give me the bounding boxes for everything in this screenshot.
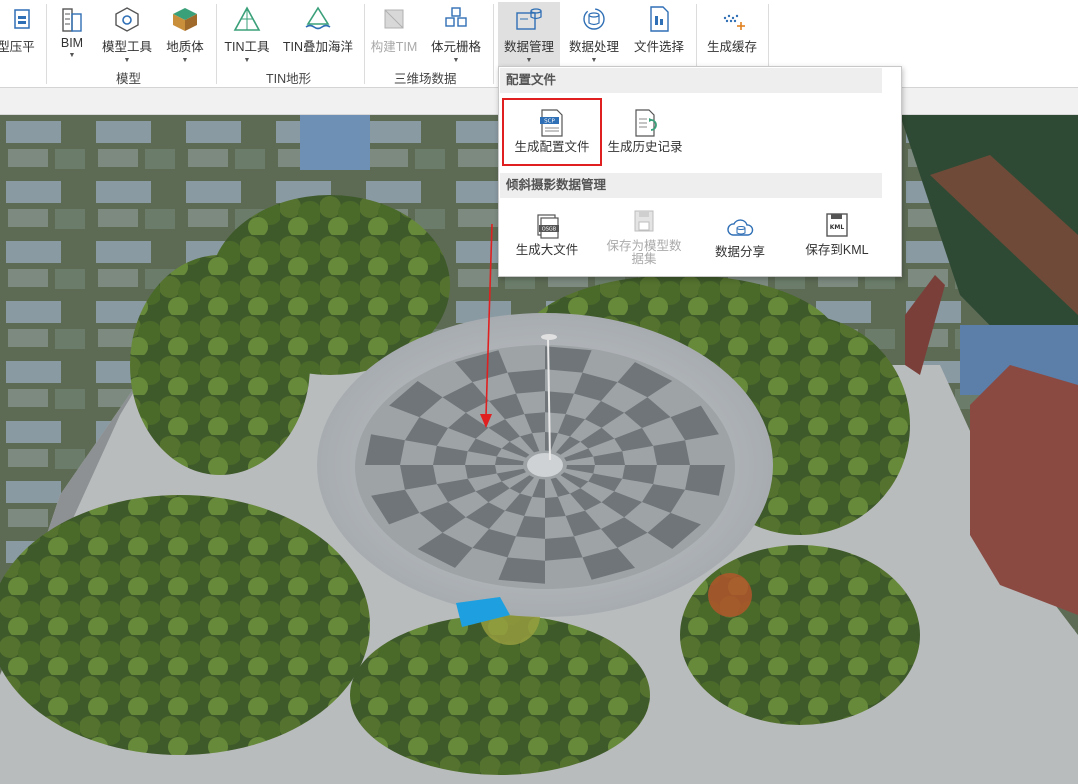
bim-label: BIM: [60, 36, 84, 50]
tin-tools-label: TIN工具: [224, 40, 270, 54]
data-manage-label: 数据管理: [503, 40, 554, 54]
bim-building-icon: [62, 8, 82, 32]
tin-ocean-label: TIN叠加海洋: [282, 40, 354, 54]
dropdown-caret-icon: ▼: [525, 57, 533, 64]
save-kml-button[interactable]: KML 保存到KML: [795, 211, 879, 267]
tin-ocean-button[interactable]: TIN叠加海洋: [278, 2, 358, 64]
build-tim-label: 构建TIM: [370, 40, 418, 54]
geo-body-label: 地质体: [166, 40, 204, 54]
osgb-badge-text: OSGB: [542, 227, 557, 233]
gen-config-button[interactable]: SCP 生成配置文件: [502, 98, 602, 166]
gen-cache-button[interactable]: 生成缓存: [702, 2, 762, 64]
model-tools-button[interactable]: 模型工具 ▼: [98, 2, 156, 64]
model-tools-icon: [115, 7, 139, 32]
data-share-button[interactable]: 数据分享: [699, 213, 781, 269]
model-flatten-label: 型压平: [0, 40, 35, 54]
data-process-label: 数据处理: [568, 40, 619, 54]
cloud-database-icon: [727, 219, 754, 236]
save-as-dataset-label-line2: 据集: [631, 252, 657, 266]
dropdown-caret-icon: ▼: [181, 57, 189, 64]
build-tim-button[interactable]: 构建TIM: [368, 2, 420, 64]
gen-config-label: 生成配置文件: [514, 140, 590, 154]
group-label-tin-terrain: TIN地形: [266, 72, 312, 86]
model-flatten-button[interactable]: 型压平: [0, 2, 38, 64]
divider: [493, 4, 494, 84]
divider: [364, 4, 365, 84]
data-manage-dropdown: 配置文件 SCP 生成配置文件 生成历史记录 倾斜摄影数据管理 OSGB 生成大…: [498, 66, 902, 277]
section-config-header: 配置文件: [500, 68, 882, 93]
tin-ocean-icon: [305, 6, 331, 30]
scp-file-icon: SCP: [540, 109, 563, 137]
voxel-grid-label: 体元栅格: [430, 40, 481, 54]
save-dataset-icon: [634, 210, 654, 232]
gen-history-label: 生成历史记录: [607, 140, 683, 154]
save-as-model-dataset-button[interactable]: 保存为模型数 据集: [599, 207, 689, 273]
bim-button[interactable]: BIM ▼: [52, 2, 92, 64]
dropdown-caret-icon: ▼: [243, 57, 251, 64]
dropdown-caret-icon: ▼: [68, 52, 76, 59]
save-kml-label: 保存到KML: [805, 243, 869, 257]
group-label-3d-field: 三维场数据: [394, 72, 457, 86]
tin-tools-button[interactable]: TIN工具 ▼: [222, 2, 272, 64]
divider: [216, 4, 217, 84]
voxel-grid-icon: [445, 7, 467, 27]
data-share-label: 数据分享: [714, 245, 765, 259]
dropdown-caret-icon: ▼: [123, 57, 131, 64]
kml-file-icon: KML: [826, 213, 848, 237]
tin-mountain-icon: [233, 6, 261, 31]
gen-cache-label: 生成缓存: [706, 40, 757, 54]
file-select-icon: [650, 6, 669, 32]
file-select-button[interactable]: 文件选择: [628, 2, 690, 64]
dropdown-caret-icon: ▼: [590, 57, 598, 64]
model-tools-label: 模型工具: [101, 40, 152, 54]
geo-body-button[interactable]: 地质体 ▼: [162, 2, 208, 64]
data-process-button[interactable]: 数据处理 ▼: [564, 2, 624, 64]
gen-history-button[interactable]: 生成历史记录: [603, 108, 687, 168]
kml-badge-text: KML: [830, 224, 845, 231]
scp-badge-text: SCP: [544, 119, 555, 125]
data-manage-icon: [516, 8, 542, 30]
data-manage-button[interactable]: 数据管理 ▼: [498, 2, 560, 68]
file-select-label: 文件选择: [633, 40, 684, 54]
build-tim-icon: [384, 9, 404, 29]
osgb-file-icon: OSGB: [537, 214, 559, 239]
voxel-grid-button[interactable]: 体元栅格 ▼: [426, 2, 486, 64]
section-oblique-header: 倾斜摄影数据管理: [500, 173, 882, 198]
flatten-icon: [14, 9, 30, 29]
dropdown-caret-icon: ▼: [452, 57, 460, 64]
geo-body-icon: [173, 8, 197, 31]
gen-big-file-button[interactable]: OSGB 生成大文件: [505, 211, 589, 267]
group-label-model: 模型: [116, 72, 142, 86]
gen-big-file-label: 生成大文件: [515, 243, 579, 257]
data-process-icon: [583, 8, 605, 30]
gen-cache-icon: [723, 14, 745, 30]
history-file-icon: [635, 109, 657, 137]
divider: [46, 4, 47, 84]
